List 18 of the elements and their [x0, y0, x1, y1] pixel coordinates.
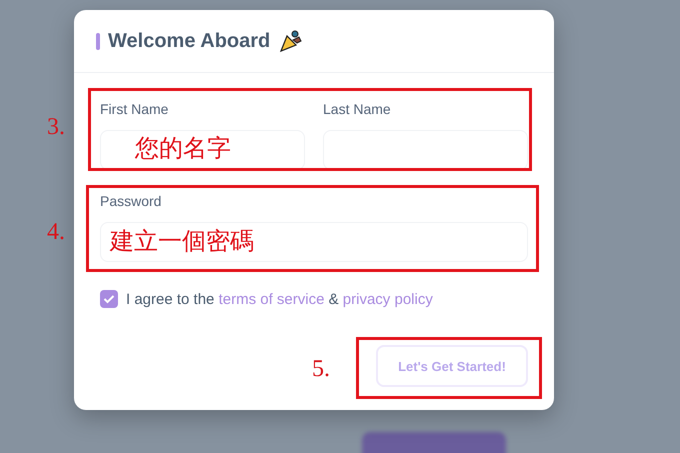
privacy-link[interactable]: privacy policy	[342, 290, 433, 308]
field-label: First Name	[100, 101, 170, 118]
accent-bar	[96, 32, 100, 50]
annotation-number: 5.	[312, 356, 330, 383]
annotation-number: 4.	[47, 219, 65, 246]
field-label: Password	[100, 193, 162, 210]
field-label: Last Name	[323, 101, 392, 118]
checkbox[interactable]	[100, 290, 118, 308]
dialog-title: Welcome Aboard	[108, 30, 270, 52]
terms-link[interactable]: terms of service	[218, 290, 324, 308]
name-field[interactable]	[323, 130, 528, 170]
party-popper-icon	[278, 28, 304, 54]
name-field[interactable]	[100, 130, 305, 170]
agreement-text: I agree to the terms of service & privacy policy	[126, 290, 433, 308]
annotation-text: 您的名字	[135, 133, 231, 164]
annotation-number: 3.	[47, 114, 65, 141]
annotation-text: 建立一個密碼	[110, 226, 254, 257]
checkmark-icon	[103, 294, 115, 304]
